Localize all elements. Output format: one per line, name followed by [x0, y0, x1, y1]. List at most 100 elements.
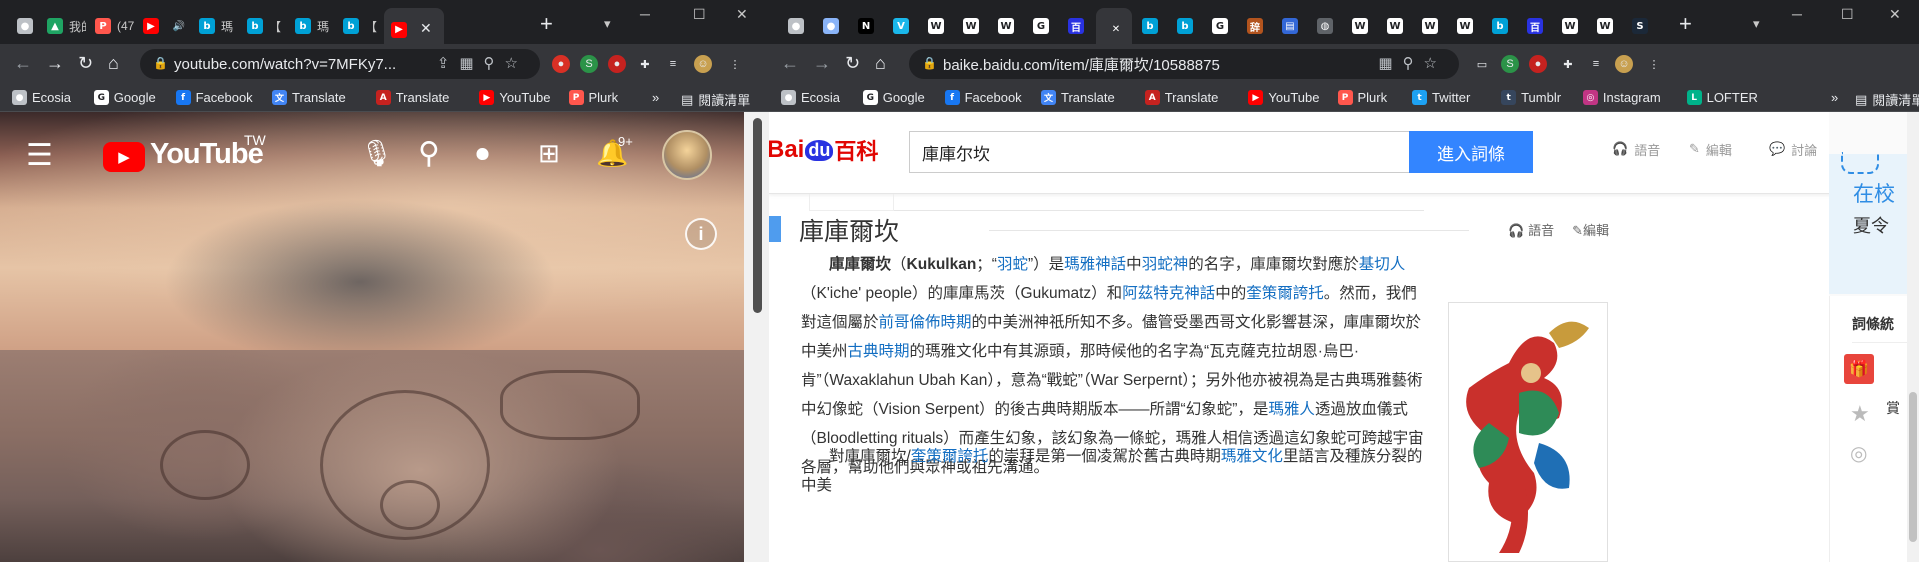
browser-tab[interactable]: W — [921, 10, 953, 42]
browser-tab[interactable]: V — [886, 10, 918, 42]
reading-list-button[interactable]: ▤ 閱讀清單 — [681, 90, 750, 109]
bookmarks-overflow-icon[interactable]: » — [1831, 90, 1838, 105]
bookmark-tumblr[interactable]: t Tumblr — [1501, 90, 1561, 105]
browser-tab[interactable]: P (47 — [88, 10, 134, 42]
search-icon[interactable]: ⚲ — [418, 136, 440, 171]
bookmark-translate[interactable]: A Translate — [1144, 90, 1218, 105]
tab-search-icon[interactable]: ▾ — [604, 16, 611, 32]
bookmark-plurk[interactable]: P Plurk — [568, 90, 618, 105]
browser-tab[interactable]: G — [1205, 10, 1237, 42]
home-icon[interactable]: ⌂ — [108, 53, 119, 73]
discuss-tool[interactable]: 💬 討論 — [1769, 140, 1817, 159]
info-icon[interactable]: i — [685, 218, 717, 250]
avatar[interactable] — [662, 130, 712, 180]
browser-tab[interactable]: W — [1450, 10, 1482, 42]
bookmark-plurk[interactable]: P Plurk — [1337, 90, 1387, 105]
browser-tab[interactable]: b 【 — [240, 10, 286, 42]
side-ad[interactable]: 在校 夏令 — [1829, 152, 1909, 294]
article-link[interactable]: 瑪雅神話 — [1064, 256, 1126, 273]
bookmark-ecosia[interactable]: ● Ecosia — [781, 90, 840, 105]
article-link[interactable]: 基切人 — [1359, 256, 1406, 273]
browser-tab[interactable]: ▤ — [1275, 10, 1307, 42]
browser-tab[interactable]: W — [1415, 10, 1447, 42]
browser-tab[interactable]: b 【 — [336, 10, 382, 42]
hamburger-menu-icon[interactable]: ☰ — [26, 138, 53, 173]
menu-icon[interactable]: ⋮ — [1645, 55, 1663, 73]
browser-tab[interactable]: W — [1590, 10, 1622, 42]
browser-tab[interactable]: N — [851, 10, 883, 42]
extension-icon[interactable]: ● — [552, 55, 570, 73]
create-video-icon[interactable]: ⏺ — [476, 138, 489, 170]
extension-icon[interactable]: ● — [1529, 55, 1547, 73]
reading-list-button[interactable]: ▤ 閱讀清單 — [1855, 90, 1919, 109]
address-bar[interactable]: 🔒 youtube.com/watch?v=7MFKy7... ⇪▦⚲☆ — [140, 49, 540, 79]
browser-tab[interactable]: W — [991, 10, 1023, 42]
bookmark-youtube[interactable]: ▶ YouTube — [1248, 90, 1319, 105]
extension-icon[interactable]: ● — [608, 55, 626, 73]
browser-tab[interactable]: W — [1380, 10, 1412, 42]
bookmark-lofter[interactable]: L LOFTER — [1686, 90, 1758, 105]
close-tab-icon[interactable]: ✕ — [420, 20, 432, 37]
bookmark-ecosia[interactable]: ● Ecosia — [12, 90, 71, 105]
back-icon[interactable]: ← — [14, 53, 32, 73]
avatar[interactable]: ☺ — [694, 55, 712, 73]
article-link[interactable]: 古典時期 — [848, 343, 910, 360]
browser-tab[interactable]: 百 — [1520, 10, 1552, 42]
browser-tab[interactable]: ● — [781, 10, 813, 42]
heading-edit-button[interactable]: ✎編輯 — [1572, 220, 1609, 239]
article-link[interactable]: 瑪雅人 — [1268, 401, 1315, 418]
bookmark-translate[interactable]: A Translate — [375, 90, 449, 105]
youtube-logo-icon[interactable]: ▶ — [103, 142, 145, 172]
reload-icon[interactable]: ↻ — [78, 53, 93, 73]
browser-tab[interactable]: ◍ — [1310, 10, 1342, 42]
browser-tab[interactable]: b — [1135, 10, 1167, 42]
new-tab-button[interactable]: + — [540, 13, 553, 35]
extension-icon[interactable]: S — [1501, 55, 1519, 73]
article-link[interactable]: 阿茲特克神話 — [1122, 285, 1215, 302]
scrollbar[interactable] — [1907, 112, 1919, 562]
heading-voice-button[interactable]: 🎧 語音 — [1508, 220, 1554, 239]
bookmark-facebook[interactable]: f Facebook — [944, 90, 1022, 105]
browser-tab[interactable]: G — [1026, 10, 1058, 42]
playlist-icon[interactable]: ≡ — [664, 55, 682, 73]
new-tab-button[interactable]: + — [1679, 13, 1692, 35]
tab-search-icon[interactable]: ▾ — [1753, 16, 1760, 32]
browser-tab[interactable]: b — [1485, 10, 1517, 42]
browser-tab[interactable]: W — [1555, 10, 1587, 42]
browser-tab[interactable]: b瑪 — [192, 10, 238, 42]
browser-tab[interactable]: ▲ 我的 — [40, 10, 86, 42]
edit-tool[interactable]: ✎ 編輯 — [1689, 140, 1732, 159]
browser-tab[interactable]: S — [1625, 10, 1657, 42]
bookmark-youtube[interactable]: ▶ YouTube — [479, 90, 550, 105]
omnibox-icons[interactable]: ▦⚲☆ — [1378, 54, 1447, 72]
reload-icon[interactable]: ↻ — [845, 53, 860, 73]
forward-icon[interactable]: → — [46, 53, 64, 73]
close-window-button[interactable]: ✕ — [1889, 6, 1901, 23]
bookmark-facebook[interactable]: f Facebook — [175, 90, 253, 105]
browser-tab[interactable]: b — [1170, 10, 1202, 42]
browser-tab[interactable]: W — [956, 10, 988, 42]
puzzle-icon[interactable]: ✚ — [636, 55, 654, 73]
gift-icon[interactable]: 🎁 — [1844, 354, 1874, 384]
browser-tab[interactable]: 🔊 — [164, 10, 190, 42]
forward-icon[interactable]: → — [813, 53, 831, 73]
article-link[interactable]: 羽蛇 — [997, 256, 1028, 273]
avatar[interactable]: ☺ — [1615, 55, 1633, 73]
puzzle-icon[interactable]: ✚ — [1559, 55, 1577, 73]
star-icon[interactable]: ★ — [1850, 401, 1870, 427]
article-link[interactable]: 瑪雅文化 — [1221, 448, 1283, 465]
apps-grid-icon[interactable]: ⊞ — [538, 138, 560, 169]
maximize-button[interactable]: ☐ — [693, 6, 706, 23]
article-link[interactable]: 奎策爾誇托 — [911, 448, 989, 465]
menu-icon[interactable]: ⋮ — [726, 55, 744, 73]
voice-tool[interactable]: 🎧 語音 — [1612, 140, 1660, 159]
search-input[interactable]: 庫庫尔坎 — [909, 131, 1409, 173]
browser-tab[interactable]: 辞 — [1240, 10, 1272, 42]
omnibox-icons[interactable]: ⇪▦⚲☆ — [437, 54, 528, 72]
article-link[interactable]: 前哥倫佈時期 — [879, 314, 972, 331]
bookmark-google[interactable]: G Google — [862, 90, 925, 105]
back-icon[interactable]: ← — [781, 53, 799, 73]
browser-tab[interactable]: ● — [10, 10, 38, 42]
kukulkan-illustration[interactable] — [1448, 302, 1608, 562]
minimize-button[interactable]: ─ — [1792, 6, 1802, 22]
